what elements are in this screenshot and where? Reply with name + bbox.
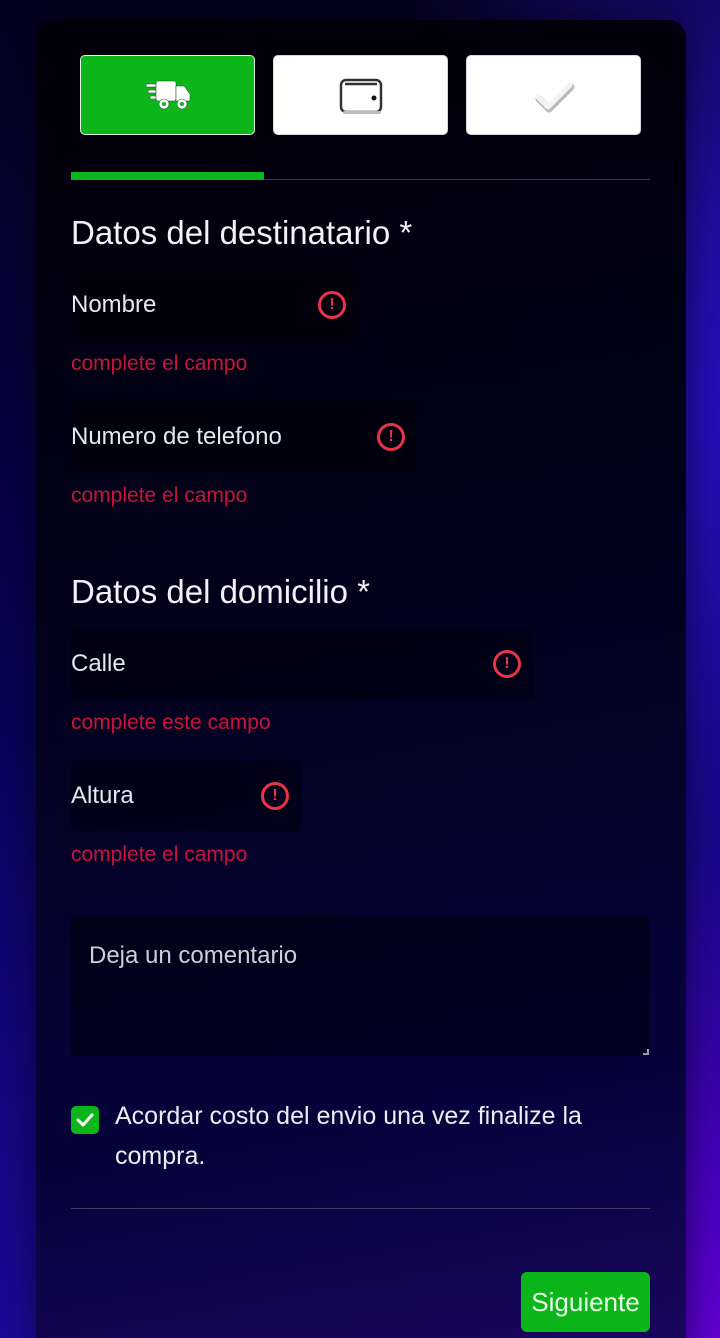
divider	[71, 1208, 650, 1209]
error-icon: !	[377, 423, 405, 451]
phone-field[interactable]: Numero de telefono !	[71, 402, 417, 472]
progress-fill	[71, 172, 264, 180]
step-shipping-button[interactable]	[80, 55, 255, 135]
number-error-message: complete el campo	[71, 843, 248, 866]
name-error-message: complete el campo	[71, 352, 248, 375]
error-icon: !	[493, 650, 521, 678]
street-error-message: complete este campo	[71, 711, 271, 734]
shipping-agreement-checkbox[interactable]	[71, 1106, 99, 1134]
error-icon: !	[318, 291, 346, 319]
street-field-label: Calle	[71, 650, 126, 677]
shipping-agreement-label[interactable]: Acordar costo del envio una vez finalize…	[115, 1096, 631, 1176]
name-field-label: Nombre	[71, 291, 157, 318]
checkmark-icon	[535, 82, 574, 113]
shipping-agreement-row: Acordar costo del envio una vez finalize…	[71, 1096, 631, 1176]
step-payment-button[interactable]	[273, 55, 448, 135]
comment-placeholder: Deja un comentario	[89, 942, 298, 969]
step-progress-bar	[71, 172, 650, 180]
wallet-icon	[339, 78, 382, 114]
delivery-truck-icon	[145, 80, 190, 110]
phone-error-message: complete el campo	[71, 484, 248, 507]
number-field-label: Altura	[71, 782, 134, 809]
street-field[interactable]: Calle !	[71, 629, 533, 699]
number-field[interactable]: Altura !	[71, 761, 301, 831]
resize-handle[interactable]	[643, 1049, 649, 1055]
recipient-section-title: Datos del destinatario *	[71, 214, 413, 251]
checkmark-icon	[76, 1113, 94, 1127]
error-icon: !	[261, 782, 289, 810]
address-section-title: Datos del domicilio *	[71, 573, 370, 610]
comment-textarea[interactable]: Deja un comentario	[71, 916, 650, 1056]
name-field[interactable]: Nombre !	[71, 270, 358, 340]
next-button[interactable]: Siguiente	[521, 1272, 650, 1332]
phone-field-label: Numero de telefono	[71, 423, 282, 450]
step-confirm-button[interactable]	[466, 55, 641, 135]
checkout-steps	[80, 55, 641, 135]
